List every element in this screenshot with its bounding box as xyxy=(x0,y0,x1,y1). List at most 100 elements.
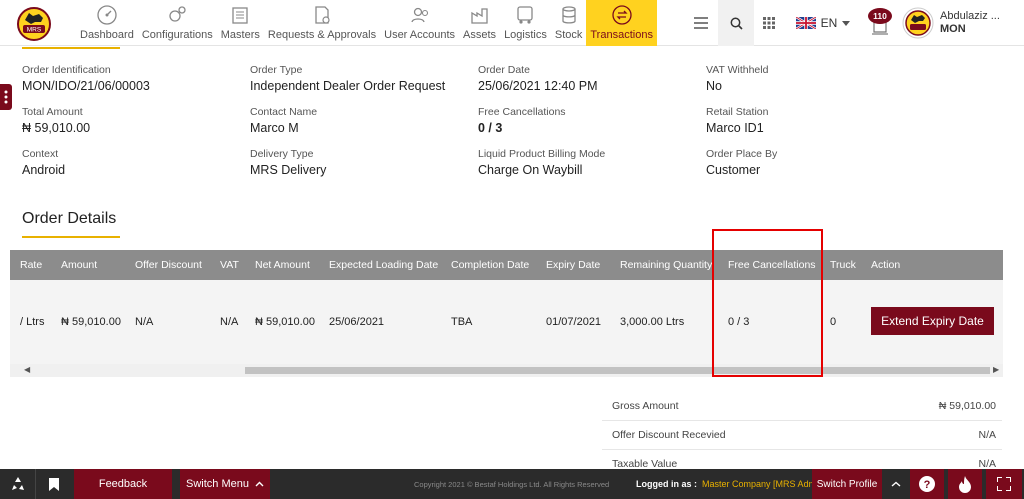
th-expected-loading-date[interactable]: Expected Loading Date xyxy=(329,259,438,271)
cell-expiry-date: 01/07/2021 xyxy=(546,316,602,328)
totals-row: Gross Amount ₦ 59,010.00 xyxy=(602,392,1002,421)
recycle-button[interactable] xyxy=(0,469,36,499)
help-icon: ? xyxy=(919,476,935,492)
info-free-cancellations: Free Cancellations 0 / 3 xyxy=(478,106,566,135)
chevron-down-icon xyxy=(842,20,851,26)
switch-menu-button[interactable]: Switch Menu xyxy=(180,469,270,499)
nav-transactions[interactable]: Transactions xyxy=(586,0,657,46)
side-panel-handle[interactable] xyxy=(0,84,12,110)
help-button[interactable]: ? xyxy=(910,469,944,499)
requests-icon xyxy=(315,6,330,24)
dashboard-icon xyxy=(97,5,117,25)
horizontal-scrollbar[interactable]: ◀ ▶ xyxy=(10,364,1003,377)
more-vertical-icon xyxy=(4,90,8,104)
main-nav: Dashboard Configurations Masters Request… xyxy=(76,0,657,46)
mrs-logo[interactable]: MRS xyxy=(14,4,54,42)
stock-icon xyxy=(561,6,576,24)
th-net-amount[interactable]: Net Amount xyxy=(255,259,310,271)
extend-expiry-date-button[interactable]: Extend Expiry Date xyxy=(871,307,994,335)
nav-stock[interactable]: Stock xyxy=(551,0,587,46)
logistics-icon xyxy=(517,6,534,24)
order-info-grid: Order Identification MON/IDO/21/06/00003 … xyxy=(22,58,1022,184)
masters-icon xyxy=(232,7,248,24)
search-button[interactable] xyxy=(718,0,754,46)
info-retail-station: Retail Station Marco ID1 xyxy=(706,106,769,135)
top-navbar: MRS Dashboard Configurations Masters Req… xyxy=(0,0,1024,46)
search-icon xyxy=(730,17,743,30)
scroll-right-icon[interactable]: ▶ xyxy=(993,365,999,374)
svg-text:MRS: MRS xyxy=(27,27,42,34)
nav-masters[interactable]: Masters xyxy=(217,0,264,46)
user-company: MON xyxy=(940,23,966,35)
user-accounts-icon xyxy=(410,7,428,23)
uk-flag-icon xyxy=(795,17,816,29)
footer-chevron-button[interactable] xyxy=(884,469,908,499)
nav-dashboard[interactable]: Dashboard xyxy=(76,0,138,46)
grid-icon xyxy=(763,17,775,29)
nav-requests-approvals[interactable]: Requests & Approvals xyxy=(264,0,380,46)
th-vat[interactable]: VAT xyxy=(220,259,239,271)
th-offer-discount[interactable]: Offer Discount xyxy=(135,259,202,271)
nav-logistics[interactable]: Logistics xyxy=(500,0,551,46)
info-order-type: Order Type Independent Dealer Order Reque… xyxy=(250,64,446,93)
configurations-icon xyxy=(169,6,186,22)
info-row: Order Identification MON/IDO/21/06/00003 … xyxy=(22,58,1022,100)
apps-grid-button[interactable] xyxy=(756,0,782,46)
cell-amount: ₦ 59,010.00 xyxy=(61,316,121,328)
nav-user-accounts[interactable]: User Accounts xyxy=(380,0,459,46)
th-completion-date[interactable]: Completion Date xyxy=(451,259,529,271)
chevron-up-icon xyxy=(255,481,264,487)
avatar xyxy=(902,7,934,39)
assets-icon xyxy=(470,8,488,24)
scroll-left-icon[interactable]: ◀ xyxy=(24,365,30,374)
cell-net-amount: ₦ 59,010.00 xyxy=(255,316,315,328)
user-name-block: Abdulaziz ... MON xyxy=(940,10,1000,36)
info-order-place-by: Order Place By Customer xyxy=(706,148,778,177)
info-delivery-type: Delivery Type MRS Delivery xyxy=(250,148,327,177)
svg-text:?: ? xyxy=(924,479,931,491)
user-menu[interactable]: Abdulaziz ... MON xyxy=(902,0,1024,46)
nav-assets[interactable]: Assets xyxy=(459,0,500,46)
th-remaining-quantity[interactable]: Remaining Quantity xyxy=(620,259,712,271)
chevron-up-icon xyxy=(891,481,901,487)
th-truck[interactable]: Truck xyxy=(830,259,856,271)
info-row: Total Amount ₦ 59,010.00 Contact Name Marc… xyxy=(22,100,1022,142)
language-selector[interactable]: EN xyxy=(788,0,858,46)
th-expiry-date[interactable]: Expiry Date xyxy=(546,259,600,271)
menu-toggle-button[interactable] xyxy=(686,0,716,46)
info-order-date: Order Date 25/06/2021 12:40 PM xyxy=(478,64,598,93)
transactions-icon xyxy=(612,5,632,25)
th-rate[interactable]: Rate xyxy=(20,259,42,271)
bookmark-icon xyxy=(49,477,59,491)
cell-remaining-quantity: 3,000.00 Ltrs xyxy=(620,316,685,328)
recycle-icon xyxy=(11,477,24,490)
th-action: Action xyxy=(871,259,901,271)
table-row: / Ltrs ₦ 59,010.00 N/A N/A ₦ 59,010.00 2… xyxy=(10,280,1003,364)
copyright-text: Copyright 2021 © Bestaf Holdings Ltd. Al… xyxy=(414,480,610,489)
info-contact-name: Contact Name Marco M xyxy=(250,106,318,135)
highlight-box xyxy=(712,229,823,377)
header-accent-line xyxy=(22,47,120,49)
hamburger-icon xyxy=(694,17,708,29)
th-amount[interactable]: Amount xyxy=(61,259,97,271)
expand-icon xyxy=(997,477,1011,491)
feedback-button[interactable]: Feedback xyxy=(74,469,172,499)
fullscreen-button[interactable] xyxy=(986,469,1022,499)
bookmark-button[interactable] xyxy=(37,469,71,499)
order-details-title: Order Details xyxy=(22,210,117,227)
fire-button[interactable] xyxy=(948,469,982,499)
cell-completion-date: TBA xyxy=(451,316,473,328)
switch-profile-button[interactable]: Switch Profile xyxy=(812,469,882,499)
scrollbar-thumb[interactable] xyxy=(245,367,990,374)
cell-offer-discount: N/A xyxy=(135,316,154,328)
logged-in-info: Logged in as : Master Company [MRS Admin… xyxy=(636,479,826,489)
totals-row: Offer Discount Recevied N/A xyxy=(602,421,1002,450)
cell-vat: N/A xyxy=(220,316,239,328)
cell-rate: / Ltrs xyxy=(20,316,45,328)
notification-count: 110 xyxy=(873,11,887,21)
notifications-button[interactable]: 110 xyxy=(862,0,898,46)
table-header: Rate Amount Offer Discount VAT Net Amoun… xyxy=(10,250,1003,280)
order-details-table: Rate Amount Offer Discount VAT Net Amoun… xyxy=(10,250,1003,377)
nav-configurations[interactable]: Configurations xyxy=(138,0,217,46)
info-order-identification: Order Identification MON/IDO/21/06/00003 xyxy=(22,64,150,93)
